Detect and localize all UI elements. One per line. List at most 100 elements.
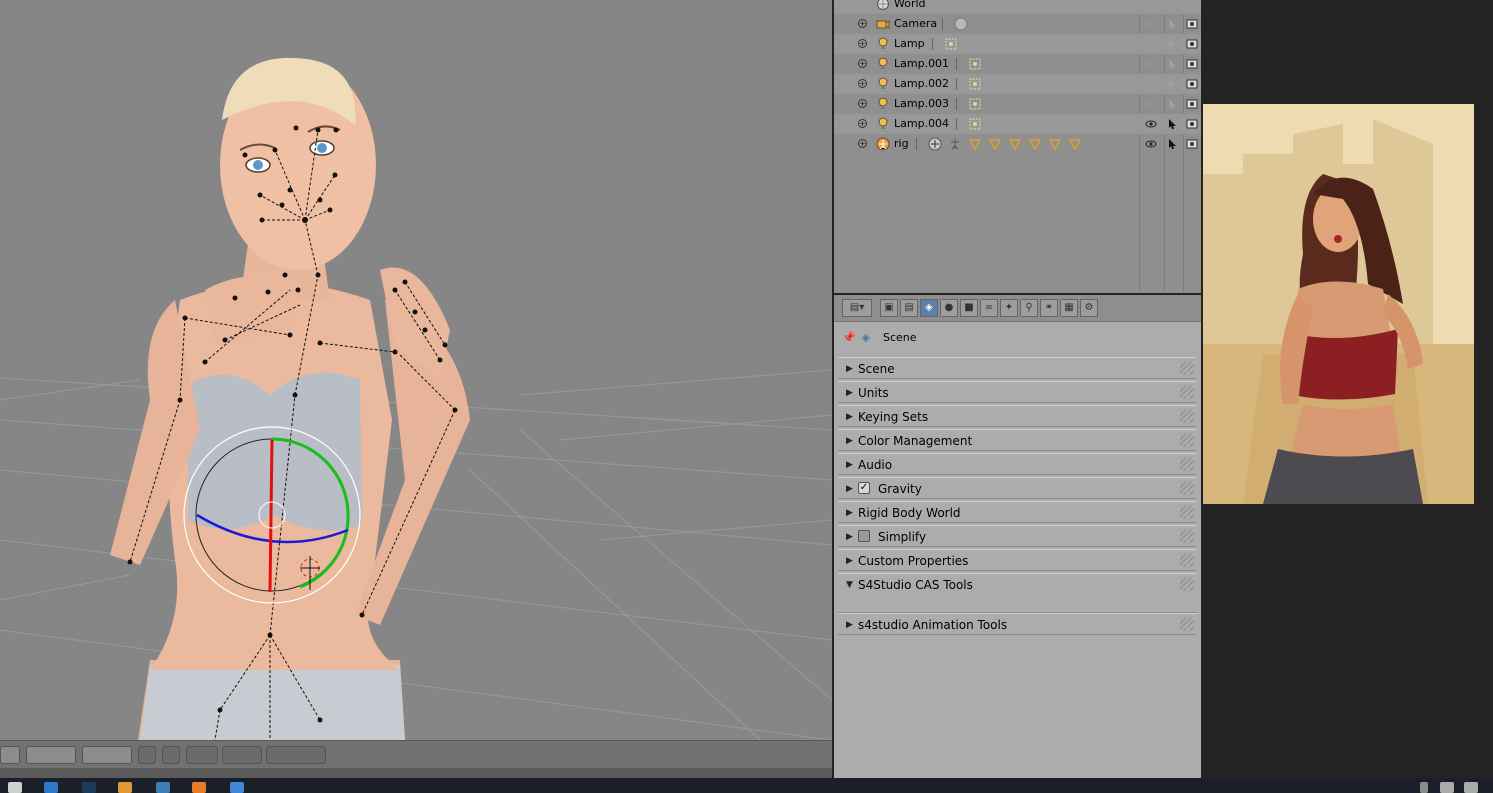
drag-handle-icon[interactable] — [1180, 617, 1194, 631]
lock-layers-icon[interactable] — [138, 746, 156, 764]
selectability-cursor-icon[interactable] — [1167, 98, 1179, 110]
selectability-cursor-icon[interactable] — [1167, 78, 1179, 90]
drag-handle-icon[interactable] — [1180, 409, 1194, 423]
scene-context-icon[interactable]: ◈ — [920, 299, 938, 317]
collapse-arrow-icon[interactable]: ▶ — [846, 406, 853, 428]
selectability-cursor-icon[interactable] — [1167, 18, 1179, 30]
simplify-checkbox[interactable] — [858, 530, 870, 542]
editor-type-menu-icon[interactable]: ▤▾ — [842, 299, 872, 317]
mail-icon[interactable] — [44, 782, 58, 793]
drag-handle-icon[interactable] — [1180, 457, 1194, 471]
visibility-eye-icon[interactable] — [1145, 118, 1157, 130]
layer-buttons-left[interactable] — [26, 746, 76, 764]
renderability-camera-icon[interactable] — [1186, 38, 1198, 50]
lamp-data-icon[interactable] — [968, 117, 982, 131]
expand-arrow-icon[interactable]: ▼ — [846, 574, 853, 596]
tray-arrow-icon[interactable] — [1420, 782, 1428, 793]
panel-units[interactable]: ▶ Units — [838, 381, 1196, 403]
armature-data-icon[interactable] — [928, 137, 942, 151]
expand-toggle-icon[interactable]: + — [858, 79, 867, 88]
renderability-camera-icon[interactable] — [1186, 78, 1198, 90]
renderability-camera-icon[interactable] — [1186, 98, 1198, 110]
panel-keying-sets[interactable]: ▶ Keying Sets — [838, 405, 1196, 427]
panel-simplify[interactable]: ▶ Simplify — [838, 525, 1196, 547]
collapse-arrow-icon[interactable]: ▶ — [846, 454, 853, 476]
panel-rigid-body-world[interactable]: ▶ Rigid Body World — [838, 501, 1196, 523]
drag-handle-icon[interactable] — [1180, 385, 1194, 399]
panel-gravity[interactable]: ▶ ✓ Gravity — [838, 477, 1196, 499]
reference-illustration[interactable] — [1203, 104, 1474, 504]
collapse-arrow-icon[interactable]: ▶ — [846, 358, 853, 380]
blender-icon[interactable] — [192, 782, 206, 793]
lamp-data-icon[interactable] — [968, 97, 982, 111]
panel-audio[interactable]: ▶ Audio — [838, 453, 1196, 475]
selectability-cursor-icon[interactable] — [1167, 118, 1179, 130]
layer-buttons-right[interactable] — [82, 746, 132, 764]
vertex-group-icon[interactable] — [1068, 137, 1082, 151]
collapse-arrow-icon[interactable]: ▶ — [846, 478, 853, 500]
visibility-eye-icon[interactable] — [1145, 98, 1157, 110]
snap-icon[interactable] — [186, 746, 218, 764]
tray-network-icon[interactable] — [1440, 782, 1454, 793]
drag-handle-icon[interactable] — [1180, 553, 1194, 567]
expand-toggle-icon[interactable]: + — [858, 139, 867, 148]
vertex-group-icon[interactable] — [988, 137, 1002, 151]
drag-handle-icon[interactable] — [1180, 505, 1194, 519]
collapse-arrow-icon[interactable]: ▶ — [846, 502, 853, 524]
bone-context-icon[interactable]: ⚲ — [1020, 299, 1038, 317]
editor-type-stepper[interactable] — [0, 746, 20, 764]
selectability-cursor-icon[interactable] — [1167, 38, 1179, 50]
lamp-data-icon[interactable] — [968, 57, 982, 71]
visibility-eye-icon[interactable] — [1145, 78, 1157, 90]
visibility-eye-icon[interactable] — [1145, 58, 1157, 70]
panel-s4studio-animation-tools[interactable]: ▶ s4studio Animation Tools — [838, 613, 1196, 635]
drag-handle-icon[interactable] — [1180, 577, 1194, 591]
photoshop-icon[interactable] — [82, 782, 96, 793]
panel-s4studio-cas-tools[interactable]: ▼ S4Studio CAS Tools — [838, 573, 1196, 613]
pin-icon[interactable]: 📌 — [842, 327, 858, 349]
expand-toggle-icon[interactable]: + — [858, 19, 867, 28]
renderability-camera-icon[interactable] — [1186, 18, 1198, 30]
selectability-cursor-icon[interactable] — [1167, 58, 1179, 70]
vertex-group-icon[interactable] — [968, 137, 982, 151]
constraints-context-icon[interactable]: ∞ — [980, 299, 998, 317]
drag-handle-icon[interactable] — [1180, 361, 1194, 375]
feather-app-icon[interactable] — [156, 782, 170, 793]
renderability-camera-icon[interactable] — [1186, 138, 1198, 150]
expand-toggle-icon[interactable]: + — [858, 119, 867, 128]
visibility-eye-icon[interactable] — [1145, 18, 1157, 30]
lamp-data-icon[interactable] — [968, 77, 982, 91]
camera-data-icon[interactable] — [954, 17, 968, 31]
drag-handle-icon[interactable] — [1180, 481, 1194, 495]
app-icon[interactable] — [230, 782, 244, 793]
collapse-arrow-icon[interactable]: ▶ — [846, 430, 853, 452]
viewport-canvas[interactable] — [0, 0, 832, 740]
panel-color-management[interactable]: ▶ Color Management — [838, 429, 1196, 451]
3d-viewport[interactable] — [0, 0, 832, 740]
collapse-arrow-icon[interactable]: ▶ — [846, 382, 853, 404]
outliner-panel[interactable]: World + Camera + Lamp + Lamp.001 + Lamp.… — [834, 0, 1201, 293]
vertex-group-icon[interactable] — [1048, 137, 1062, 151]
browser-icon[interactable] — [118, 782, 132, 793]
renderability-camera-icon[interactable] — [1186, 118, 1198, 130]
expand-toggle-icon[interactable]: + — [858, 99, 867, 108]
vertex-group-icon[interactable] — [1008, 137, 1022, 151]
panel-custom-properties[interactable]: ▶ Custom Properties — [838, 549, 1196, 571]
panel-scene[interactable]: ▶ Scene — [838, 357, 1196, 379]
properties-editor[interactable]: ▤▾ ▣ ▤ ◈ ● ■ ∞ ✦ ⚲ ⚭ ▦ ⚙ 📌 ◈ Scene ▶ Sce… — [834, 295, 1201, 778]
drag-handle-icon[interactable] — [1180, 529, 1194, 543]
render-layers-context-icon[interactable]: ▤ — [900, 299, 918, 317]
texture-context-icon[interactable]: ▦ — [1060, 299, 1078, 317]
expand-toggle-icon[interactable]: + — [858, 59, 867, 68]
physics-context-icon[interactable]: ⚙ — [1080, 299, 1098, 317]
vertex-group-icon[interactable] — [1028, 137, 1042, 151]
pose-icon[interactable] — [948, 137, 962, 151]
printer-icon[interactable] — [8, 782, 22, 793]
drag-handle-icon[interactable] — [1180, 433, 1194, 447]
render-preview-icon[interactable] — [222, 746, 262, 764]
bone-constraints-context-icon[interactable]: ⚭ — [1040, 299, 1058, 317]
tray-volume-icon[interactable] — [1464, 782, 1478, 793]
selectability-cursor-icon[interactable] — [1167, 138, 1179, 150]
expand-toggle-icon[interactable]: + — [858, 39, 867, 48]
object-data-context-icon[interactable]: ✦ — [1000, 299, 1018, 317]
